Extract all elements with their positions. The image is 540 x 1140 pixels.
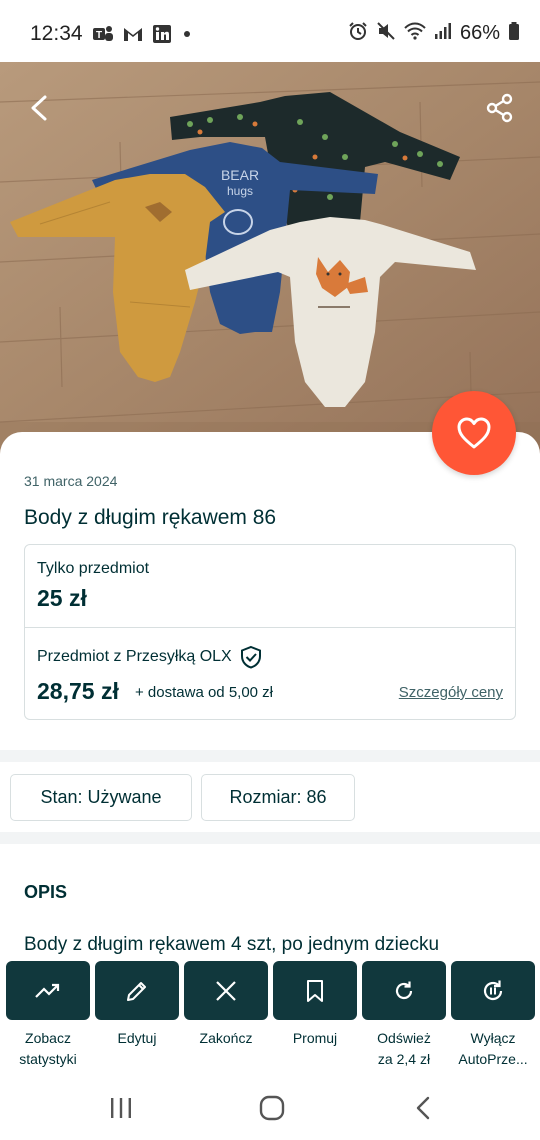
listing-date: 31 marca 2024 [24, 473, 118, 489]
share-icon [486, 93, 513, 123]
delivery-cost: + dostawa od 5,00 zł [135, 684, 274, 701]
description-text: Body z długim rękawem 4 szt, po jednym d… [24, 934, 440, 955]
action-promote[interactable]: Promuj [273, 961, 357, 1049]
back-button[interactable] [18, 86, 62, 130]
favorite-button[interactable] [432, 391, 516, 475]
price-details-link[interactable]: Szczegóły ceny [399, 684, 503, 701]
action-finish[interactable]: Zakończ [184, 961, 268, 1049]
description-heading: OPIS [24, 882, 68, 902]
promote-button[interactable] [273, 961, 357, 1020]
price-box: Tylko przedmiot 25 zł Przedmiot z Przesy… [24, 544, 516, 720]
dot-icon [180, 27, 194, 46]
size-chip: Rozmiar: 86 [201, 774, 355, 821]
heart-icon [457, 417, 491, 449]
autorenew-off-button[interactable] [451, 961, 535, 1020]
battery-percent: 66% [459, 22, 500, 44]
home-icon [259, 1095, 285, 1121]
status-bar: 12:34 T 66% [0, 0, 540, 62]
signal-icon [434, 21, 452, 46]
share-button[interactable] [478, 86, 522, 130]
shirt-text-hugs: hugs [227, 184, 253, 198]
owner-action-bar: Zobacz statystyki Edytuj Zakończ Promuj O… [0, 956, 540, 1076]
battery-icon [508, 21, 520, 46]
close-icon [216, 980, 236, 1001]
condition-chip: Stan: Używane [10, 774, 192, 821]
bookmark-icon [307, 979, 323, 1002]
autorenew-pause-icon [483, 980, 503, 1000]
chevron-left-icon [416, 1096, 430, 1120]
action-stats[interactable]: Zobacz statystyki [6, 961, 90, 1070]
status-time: 12:34 [30, 22, 83, 45]
svg-text:T: T [96, 30, 102, 41]
shield-check-icon [240, 645, 261, 669]
promote-label: Promuj [292, 1030, 338, 1046]
section-separator [0, 750, 540, 762]
action-refresh[interactable]: Odśwież za 2,4 zł [362, 961, 446, 1070]
refresh-label: Odśwież za 2,4 zł [377, 1030, 431, 1067]
action-autorenew-off[interactable]: Wyłącz AutoPrze... [451, 961, 535, 1070]
action-edit[interactable]: Edytuj [95, 961, 179, 1049]
mute-icon [376, 21, 396, 46]
system-navigation-bar [0, 1076, 540, 1140]
refresh-button[interactable] [362, 961, 446, 1020]
edit-label: Edytuj [117, 1030, 157, 1046]
back-arrow-icon [31, 95, 47, 121]
linkedin-icon [152, 24, 172, 49]
only-item-price: 25 zł [37, 585, 87, 611]
home-button[interactable] [252, 1092, 292, 1124]
back-nav-button[interactable] [403, 1092, 443, 1124]
with-shipping-row: Przedmiot z Przesyłką OLX [37, 645, 262, 669]
edit-button[interactable] [95, 961, 179, 1020]
system-icons: 66% [348, 21, 520, 46]
shirt-text-bear: BEAR [221, 167, 259, 183]
recent-apps-button[interactable] [101, 1092, 141, 1124]
with-shipping-price: 28,75 zł [37, 678, 119, 704]
alarm-icon [348, 21, 368, 46]
section-separator [0, 832, 540, 844]
teams-icon: T [92, 24, 114, 49]
notification-icons: T [92, 24, 194, 49]
wifi-icon [404, 21, 426, 46]
listing-title: Body z długim rękawem 86 [24, 506, 277, 529]
stats-label: Zobacz statystyki [19, 1030, 77, 1067]
gmail-icon [122, 25, 144, 48]
trending-up-icon [35, 983, 60, 998]
finish-button[interactable] [184, 961, 268, 1020]
autorenew-off-label: Wyłącz AutoPrze... [458, 1030, 528, 1067]
with-shipping-label: Przedmiot z Przesyłką OLX [37, 648, 232, 665]
recent-apps-icon [111, 1098, 131, 1118]
price-divider [25, 627, 515, 628]
stats-button[interactable] [6, 961, 90, 1020]
finish-label: Zakończ [199, 1030, 253, 1046]
refresh-icon [395, 981, 413, 999]
only-item-label: Tylko przedmiot [37, 560, 150, 577]
pencil-icon [127, 981, 146, 1001]
